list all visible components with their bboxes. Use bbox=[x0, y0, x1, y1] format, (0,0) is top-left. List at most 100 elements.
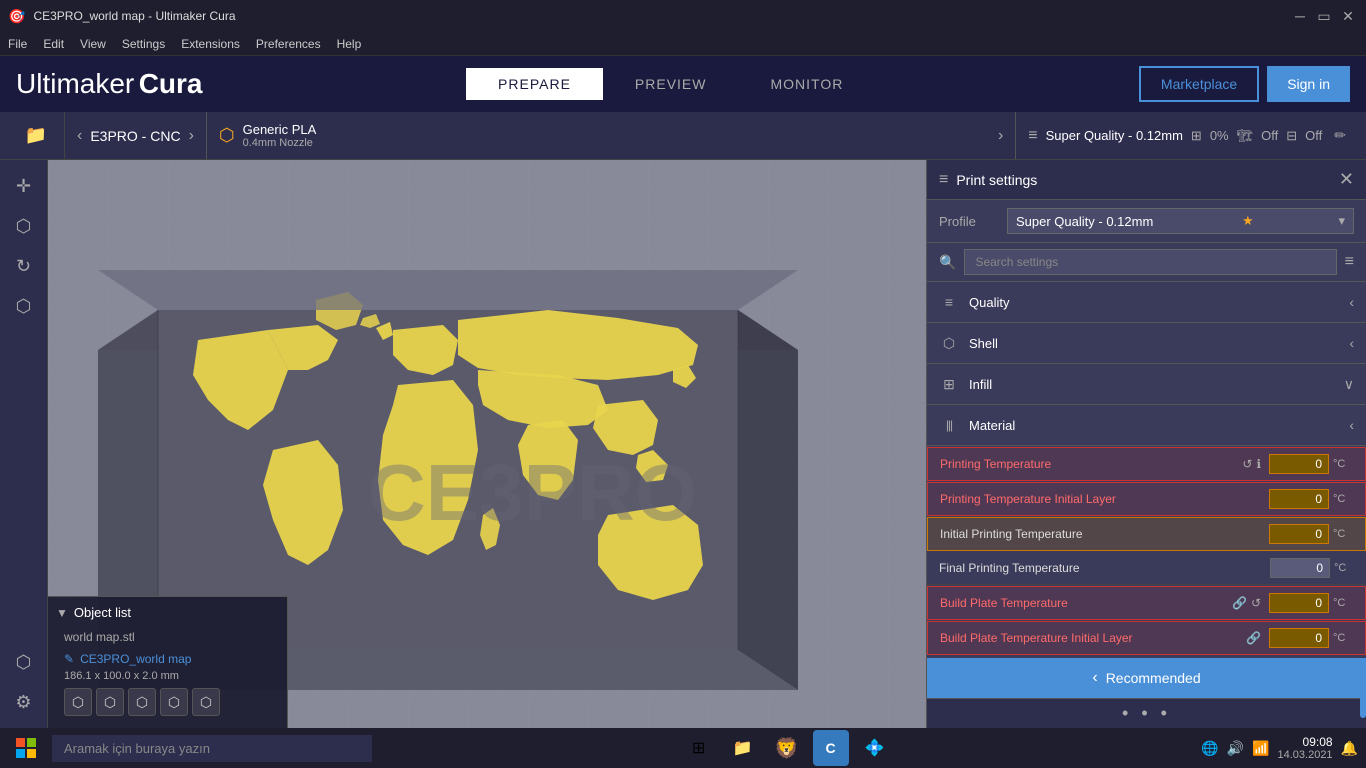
taskbar-left bbox=[8, 730, 372, 766]
logo-ultimaker: Ultimaker bbox=[16, 68, 134, 100]
sidebar-scale-tool[interactable]: ⬡ bbox=[6, 208, 42, 244]
transform-align-icon[interactable]: ⬡ bbox=[192, 688, 220, 716]
build-plate-reset-icon[interactable]: ↺ bbox=[1251, 596, 1261, 610]
panel-footer: • • • bbox=[927, 698, 1366, 728]
transform-copy-icon[interactable]: ⬡ bbox=[96, 688, 124, 716]
infill-category-header[interactable]: ⊞ Infill ∨ bbox=[927, 364, 1366, 404]
reset-icon[interactable]: ↺ bbox=[1242, 457, 1252, 471]
build-plate-temp-icons: 🔗 ↺ bbox=[1232, 596, 1261, 610]
build-plate-initial-link-icon[interactable]: 🔗 bbox=[1246, 631, 1261, 645]
maximize-button[interactable]: ▭ bbox=[1314, 6, 1334, 26]
start-button[interactable] bbox=[8, 730, 44, 766]
sidebar-rotate-tool[interactable]: ↻ bbox=[6, 248, 42, 284]
material-name-cat: Material bbox=[969, 418, 1339, 433]
chevron-left-recommended-icon: ‹ bbox=[1092, 669, 1097, 687]
info-icon[interactable]: ℹ bbox=[1256, 457, 1261, 471]
right-panel: ≡ Print settings ✕ Profile Super Quality… bbox=[926, 160, 1366, 728]
nav-tabs: PREPARE PREVIEW MONITOR bbox=[466, 68, 875, 100]
sidebar-mirror-tool[interactable]: ⬡ bbox=[6, 288, 42, 324]
initial-printing-temp-row: Initial Printing Temperature °C bbox=[927, 517, 1366, 551]
menu-extensions[interactable]: Extensions bbox=[181, 37, 240, 51]
final-printing-temp-input[interactable] bbox=[1270, 558, 1330, 578]
initial-printing-temp-input[interactable] bbox=[1269, 524, 1329, 544]
menu-help[interactable]: Help bbox=[337, 37, 362, 51]
clock-display: 09:08 14.03.2021 bbox=[1278, 735, 1333, 761]
recommended-label: Recommended bbox=[1106, 670, 1201, 686]
open-folder-icon[interactable]: 📁 bbox=[20, 120, 52, 152]
support-icon: 🏗 bbox=[1237, 128, 1254, 144]
printer-selector[interactable]: ‹ E3PRO - CNC › bbox=[65, 112, 207, 159]
tray-sound-icon[interactable]: 🔊 bbox=[1227, 740, 1244, 757]
model-name: CE3PRO_world map bbox=[80, 652, 191, 666]
menu-edit[interactable]: Edit bbox=[43, 37, 64, 51]
printing-temperature-input[interactable] bbox=[1269, 454, 1329, 474]
transform-flip-icon[interactable]: ⬡ bbox=[128, 688, 156, 716]
printing-temp-initial-input[interactable] bbox=[1269, 489, 1329, 509]
taskbar-brave[interactable]: 🦁 bbox=[769, 730, 805, 766]
final-printing-temp-row: Final Printing Temperature °C bbox=[927, 552, 1366, 585]
taskbar-search-input[interactable] bbox=[52, 735, 372, 762]
transform-rotate-icon[interactable]: ⬡ bbox=[160, 688, 188, 716]
sidebar-settings-tool[interactable]: ⚙ bbox=[6, 684, 42, 720]
search-settings-input[interactable] bbox=[964, 249, 1336, 275]
tab-prepare[interactable]: PREPARE bbox=[466, 68, 603, 100]
shell-category: ⬡ Shell ‹ bbox=[927, 323, 1366, 364]
edit-profile-icon[interactable]: ✏ bbox=[1334, 127, 1346, 144]
panel-close-button[interactable]: ✕ bbox=[1339, 169, 1354, 190]
taskbar-other[interactable]: 💠 bbox=[857, 730, 893, 766]
build-plate-temp-initial-input[interactable] bbox=[1269, 628, 1329, 648]
signin-button[interactable]: Sign in bbox=[1267, 66, 1350, 102]
build-plate-temp-input[interactable] bbox=[1269, 593, 1329, 613]
close-button[interactable]: ✕ bbox=[1338, 6, 1358, 26]
panel-menu-icon[interactable]: ≡ bbox=[939, 171, 948, 189]
profile-chevron-icon: ▾ bbox=[1338, 213, 1345, 229]
titlebar-title: CE3PRO_world map - Ultimaker Cura bbox=[33, 9, 235, 23]
profile-star-icon: ★ bbox=[1242, 213, 1254, 229]
tray-wifi-icon[interactable]: 📶 bbox=[1252, 740, 1269, 757]
shell-category-header[interactable]: ⬡ Shell ‹ bbox=[927, 323, 1366, 363]
tab-monitor[interactable]: MONITOR bbox=[739, 68, 876, 100]
material-icon: ⬡ bbox=[219, 125, 235, 146]
tray-network-icon[interactable]: 🌐 bbox=[1201, 740, 1218, 757]
sidebar-move-tool[interactable]: ✛ bbox=[6, 168, 42, 204]
transform-cube-icon[interactable]: ⬡ bbox=[64, 688, 92, 716]
quality-category-header[interactable]: ≡ Quality ‹ bbox=[927, 282, 1366, 322]
viewport[interactable]: CE3PRO ▼ Object list world map.stl ✎ CE3… bbox=[48, 160, 926, 728]
shell-arrow-icon: ‹ bbox=[1349, 335, 1354, 351]
recommended-button[interactable]: ‹ Recommended bbox=[927, 658, 1366, 698]
minimize-button[interactable]: ─ bbox=[1290, 6, 1310, 26]
tab-preview[interactable]: PREVIEW bbox=[603, 68, 739, 100]
taskbar-cura[interactable]: C bbox=[813, 730, 849, 766]
taskbar-right: 🌐 🔊 📶 09:08 14.03.2021 🔔 bbox=[1201, 735, 1358, 761]
material-selector[interactable]: ⬡ Generic PLA 0.4mm Nozzle › bbox=[207, 112, 1016, 159]
material-category-header[interactable]: ||| Material ‹ bbox=[927, 405, 1366, 445]
object-transforms: ⬡ ⬡ ⬡ ⬡ ⬡ bbox=[56, 684, 279, 720]
marketplace-button[interactable]: Marketplace bbox=[1139, 66, 1259, 102]
tray-notifications-icon[interactable]: 🔔 bbox=[1341, 740, 1358, 757]
titlebar-left: 🎯 CE3PRO_world map - Ultimaker Cura bbox=[8, 8, 236, 25]
object-list-title: Object list bbox=[74, 605, 131, 620]
material-chevron-icon: › bbox=[998, 127, 1003, 145]
support-off: Off bbox=[1261, 128, 1278, 143]
settings-profile-name: Super Quality - 0.12mm bbox=[1046, 128, 1183, 143]
profile-select[interactable]: Super Quality - 0.12mm ★ ▾ bbox=[1007, 208, 1354, 234]
sidebar-support-tool[interactable]: ⬡ bbox=[6, 644, 42, 680]
material-name: Generic PLA bbox=[243, 122, 317, 137]
taskbar-task-view[interactable]: ⊞ bbox=[681, 730, 717, 766]
taskbar-explorer[interactable]: 📁 bbox=[725, 730, 761, 766]
settings-list-icon[interactable]: ≡ bbox=[1345, 253, 1354, 271]
build-plate-link-icon[interactable]: 🔗 bbox=[1232, 596, 1247, 610]
menu-preferences[interactable]: Preferences bbox=[256, 37, 321, 51]
material-category: ||| Material ‹ bbox=[927, 405, 1366, 446]
object-list-toggle[interactable]: ▼ bbox=[56, 606, 68, 620]
initial-printing-temp-label: Initial Printing Temperature bbox=[940, 527, 1269, 541]
settings-profile-selector[interactable]: ≡ Super Quality - 0.12mm ⊞ 0% 🏗 Off ⊟ Of… bbox=[1016, 112, 1358, 159]
svg-text:CE3PRO: CE3PRO bbox=[368, 448, 697, 537]
logo: Ultimaker Cura bbox=[16, 68, 202, 100]
initial-printing-temp-unit: °C bbox=[1333, 528, 1353, 540]
edit-model-icon[interactable]: ✎ bbox=[64, 652, 74, 666]
menu-settings[interactable]: Settings bbox=[122, 37, 165, 51]
scrollbar-indicator[interactable] bbox=[1360, 658, 1366, 718]
menu-view[interactable]: View bbox=[80, 37, 106, 51]
menu-file[interactable]: File bbox=[8, 37, 27, 51]
